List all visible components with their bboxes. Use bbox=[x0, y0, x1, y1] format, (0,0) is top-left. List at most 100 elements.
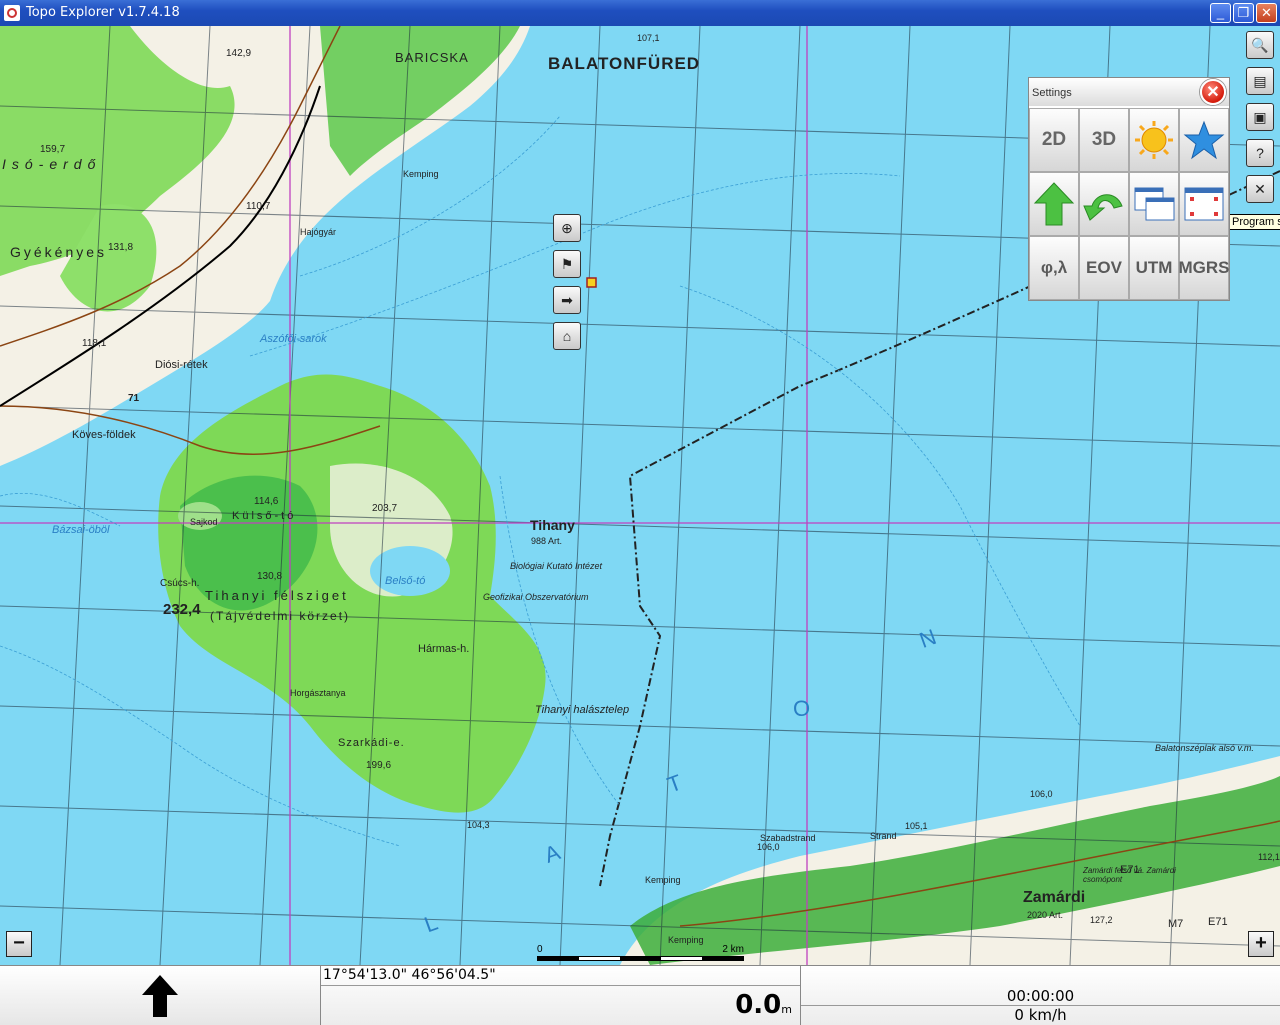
label-tihany-pop: 988 Art. bbox=[531, 536, 563, 546]
label-sajkod: Sajkod bbox=[190, 517, 218, 527]
label-balatonszeplak: Balatonszéplak alsó v.m. bbox=[1155, 743, 1254, 753]
sun-icon[interactable] bbox=[1129, 108, 1179, 172]
label-lake-o: O bbox=[793, 696, 811, 721]
screenshot-icon[interactable]: ▣ bbox=[1246, 103, 1274, 131]
forward-arrow-icon[interactable]: ➡ bbox=[553, 286, 581, 314]
label-elev-106a: 106,0 bbox=[757, 842, 780, 852]
up-arrow-icon[interactable] bbox=[1029, 172, 1079, 236]
label-m7: M7 bbox=[1168, 918, 1184, 930]
label-elev-142: 142,9 bbox=[226, 48, 252, 59]
mode-3d-button[interactable]: 3D bbox=[1079, 108, 1129, 172]
home-icon[interactable]: ⌂ bbox=[553, 322, 581, 350]
zoom-in-button[interactable]: + bbox=[1248, 931, 1274, 957]
tooltip: Program se bbox=[1228, 214, 1280, 230]
compass-icon[interactable]: ⚑ bbox=[553, 250, 581, 278]
coord-eov-button[interactable]: EOV bbox=[1079, 236, 1129, 300]
altitude-unit: m bbox=[781, 1003, 792, 1016]
search-icon[interactable]: 🔍 bbox=[1246, 31, 1274, 59]
label-elev-112: 112,1 bbox=[1258, 852, 1280, 862]
label-road-71: 71 bbox=[128, 393, 140, 404]
mode-2d-button[interactable]: 2D bbox=[1029, 108, 1079, 172]
label-kemping-2: Kemping bbox=[645, 875, 681, 885]
label-halasztelep: Tihanyi halásztelep bbox=[535, 704, 630, 716]
label-szarkadi: Szarkádi-e. bbox=[338, 737, 405, 749]
label-zamardi-pop: 2020 Art. bbox=[1027, 910, 1064, 920]
label-e71-1: E71 bbox=[1208, 916, 1228, 928]
label-baricska: BARICSKA bbox=[395, 50, 469, 65]
minimize-button[interactable]: _ bbox=[1210, 3, 1231, 23]
label-elev-131: 131,8 bbox=[108, 242, 134, 253]
undo-icon[interactable] bbox=[1079, 172, 1129, 236]
coord-eov-label: EOV bbox=[1086, 258, 1122, 277]
label-tihanyi-felsziget: Tihanyi félsziget bbox=[205, 588, 349, 603]
close-button[interactable]: ✕ bbox=[1256, 3, 1277, 23]
label-elev-203: 203,7 bbox=[372, 503, 398, 514]
label-diosi-retek: Diósi-rétek bbox=[155, 359, 208, 371]
scale-bar: 0 2 km bbox=[537, 944, 744, 961]
scale-start: 0 bbox=[537, 944, 543, 955]
status-bar: 17°54'13.0" 46°56'04.5" 0.0m 00:00:00 0 … bbox=[0, 965, 1280, 1025]
label-elev-107: 107,1 bbox=[637, 33, 660, 43]
settings-panel: Settings ✕ 2D 3D φ,λ EOV UTM MGRS bbox=[1028, 77, 1230, 301]
label-biologiai: Biológiai Kutató Intézet bbox=[510, 561, 603, 571]
mode-3d-label: 3D bbox=[1091, 129, 1117, 150]
scale-bar-graphic bbox=[537, 956, 744, 961]
coord-latlon-label: φ,λ bbox=[1040, 258, 1068, 277]
settings-header: Settings ✕ bbox=[1029, 78, 1229, 106]
zoom-out-button[interactable]: − bbox=[6, 931, 32, 957]
label-e71-2: E71 bbox=[1120, 864, 1140, 876]
elapsed-time: 00:00:00 bbox=[1006, 987, 1075, 1005]
coordinates-readout: 17°54'13.0" 46°56'04.5" bbox=[323, 967, 496, 983]
label-kemping-1: Kemping bbox=[403, 169, 439, 179]
label-elev-159: 159,7 bbox=[40, 144, 66, 155]
label-elev-118: 118,1 bbox=[82, 338, 107, 349]
speed-readout: 0 km/h bbox=[1014, 1006, 1067, 1024]
mode-2d-label: 2D bbox=[1041, 129, 1067, 150]
label-zamardi: Zamárdi bbox=[1023, 889, 1086, 906]
app-icon bbox=[4, 5, 20, 21]
help-icon[interactable]: ? bbox=[1246, 139, 1274, 167]
label-iso-erdo: Isó-erdő bbox=[2, 156, 102, 172]
label-csucs-h: Csúcs-h. bbox=[160, 578, 200, 589]
label-elev-110: 110,7 bbox=[246, 201, 271, 212]
tools-icon[interactable]: ✕ bbox=[1246, 175, 1274, 203]
label-strand: Strand bbox=[870, 831, 897, 841]
coord-mgrs-label: MGRS bbox=[1178, 258, 1230, 277]
label-bazsai-obol: Bázsai-öböl bbox=[52, 524, 110, 536]
time-speed-panel: 00:00:00 0 km/h bbox=[801, 966, 1280, 1025]
label-elev-127: 127,2 bbox=[1090, 915, 1113, 925]
label-harmas-h: Hármas-h. bbox=[418, 643, 470, 655]
altitude-value: 0.0 bbox=[735, 990, 782, 1020]
label-peak-232: 232,4 bbox=[163, 601, 201, 618]
coord-utm-button[interactable]: UTM bbox=[1129, 236, 1179, 300]
label-kulso-to: Külső-tó bbox=[232, 510, 297, 522]
label-koves-foldek: Köves-földek bbox=[72, 429, 136, 441]
fullscreen-icon[interactable] bbox=[1179, 172, 1229, 236]
label-elev-106b: 106,0 bbox=[1030, 789, 1053, 799]
label-horgasztanya: Horgásztanya bbox=[290, 688, 346, 698]
label-geofizikai: Geofizikai Obszervatórium bbox=[483, 592, 589, 602]
coord-latlon-button[interactable]: φ,λ bbox=[1029, 236, 1079, 300]
altitude-readout: 0.0m bbox=[735, 990, 792, 1020]
label-elev-114: 114,6 bbox=[254, 496, 279, 507]
star-icon[interactable] bbox=[1179, 108, 1229, 172]
crosshair-icon[interactable]: ⊕ bbox=[553, 214, 581, 242]
windows-icon[interactable] bbox=[1129, 172, 1179, 236]
label-belso-to: Belső-tó bbox=[385, 575, 426, 587]
label-aszofoi-sarok: Aszófői-sarok bbox=[260, 333, 327, 345]
settings-title: Settings bbox=[1032, 87, 1072, 99]
settings-close-button[interactable]: ✕ bbox=[1200, 79, 1226, 105]
label-hajogyar: Hajógyár bbox=[300, 227, 337, 237]
coord-utm-label: UTM bbox=[1135, 258, 1173, 277]
window-title: Topo Explorer v1.7.4.18 bbox=[26, 5, 180, 20]
maximize-button[interactable]: ❐ bbox=[1233, 3, 1254, 23]
title-bar: Topo Explorer v1.7.4.18 _ ❐ ✕ bbox=[0, 0, 1280, 26]
label-elev-104: 104,3 bbox=[467, 820, 490, 830]
label-elev-199: 199,6 bbox=[366, 760, 392, 771]
label-elev-105: 105,1 bbox=[905, 821, 928, 831]
scale-end: 2 km bbox=[722, 944, 744, 955]
label-tajvedelmi: (Tájvédelmi körzet) bbox=[210, 609, 351, 623]
heading-arrow-icon bbox=[142, 975, 178, 1017]
layers-icon[interactable]: ▤ bbox=[1246, 67, 1274, 95]
coord-mgrs-button[interactable]: MGRS bbox=[1178, 236, 1230, 300]
